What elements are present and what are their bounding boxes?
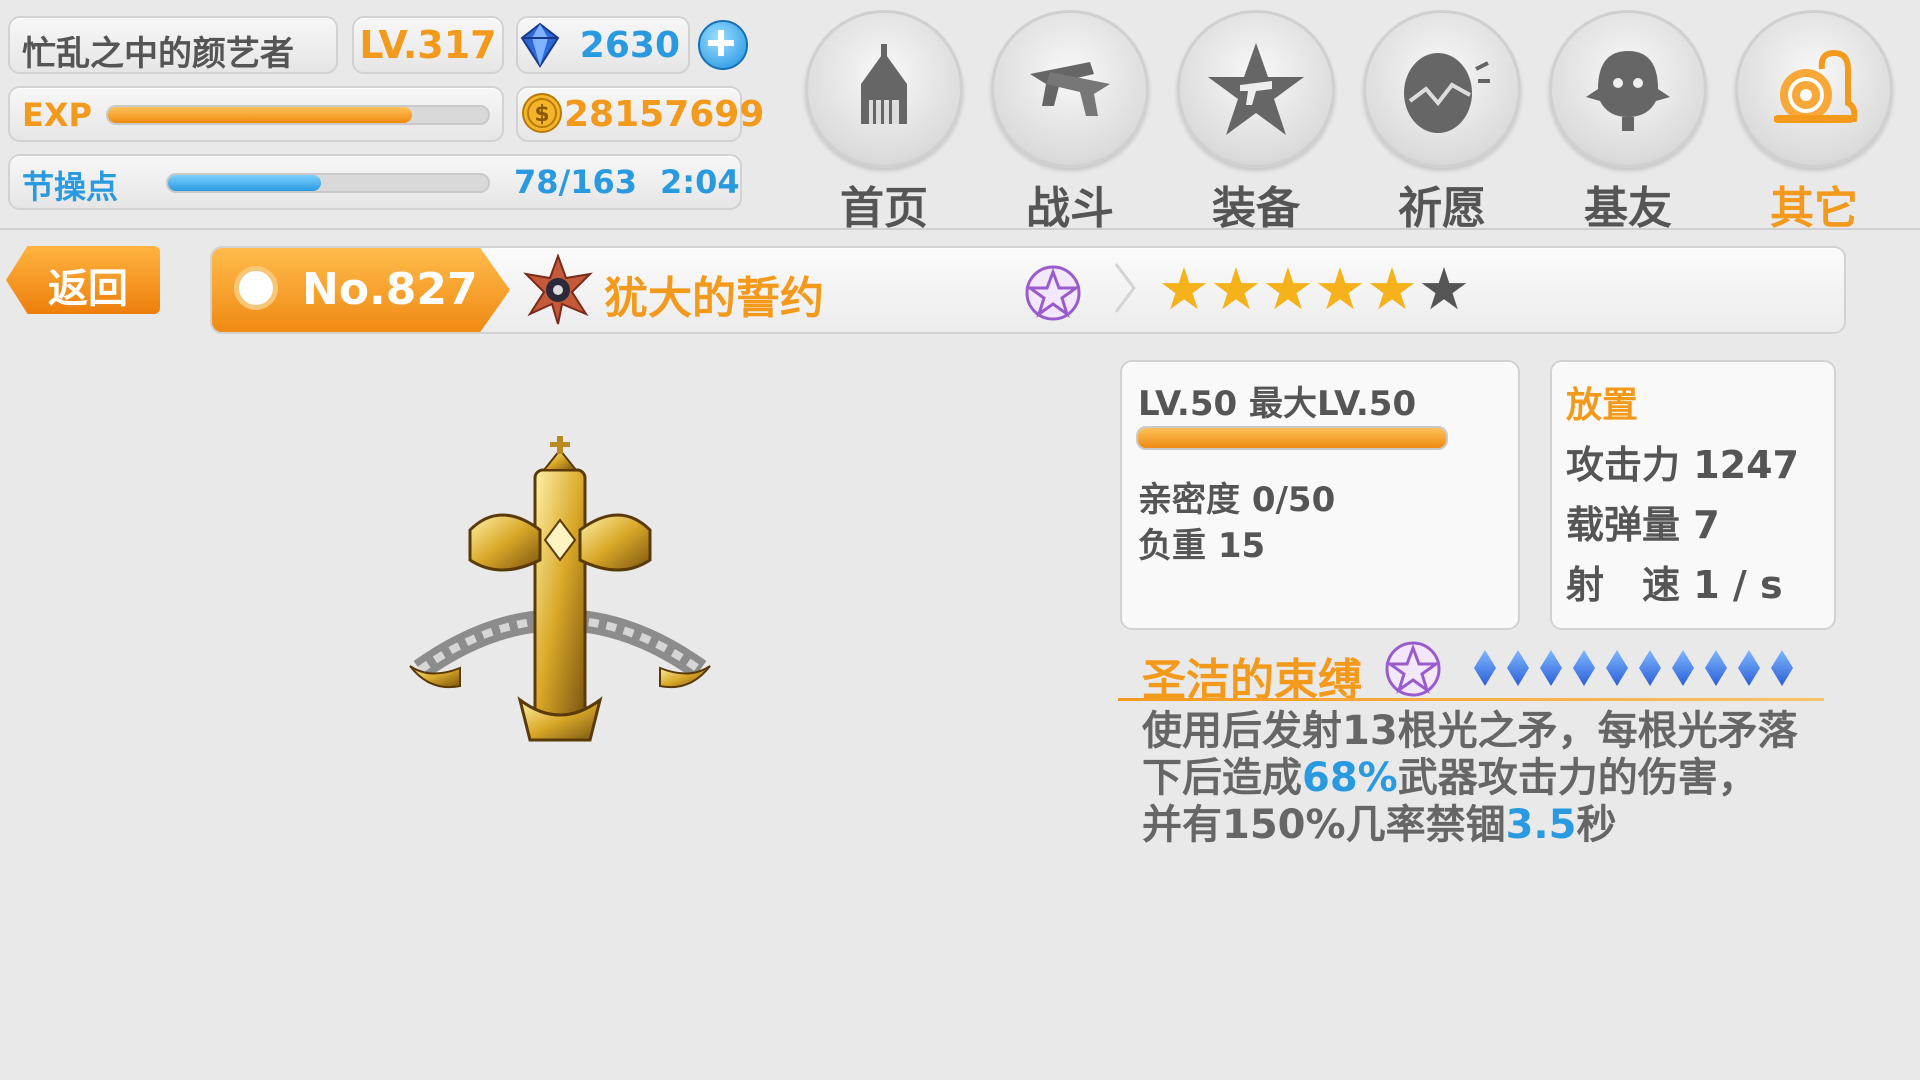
skill-level-gem-icon bbox=[1639, 650, 1661, 686]
coin-icon: $ bbox=[522, 93, 562, 133]
gems-value: 2630 bbox=[579, 25, 680, 66]
skill-desc-text: 武器攻击力的伤害， bbox=[1397, 755, 1758, 801]
affinity-text: 亲密度 0/50 bbox=[1138, 480, 1336, 520]
level-bar bbox=[1136, 426, 1448, 450]
exp-box: EXP bbox=[8, 86, 504, 142]
nav-friends[interactable]: 基友 bbox=[1548, 10, 1708, 234]
nav-home[interactable]: 首页 bbox=[804, 10, 964, 234]
weapon-cross-image bbox=[409, 436, 711, 742]
ammo-stat: 载弹量 7 bbox=[1566, 503, 1720, 547]
skill-desc-line1: 使用后发射13根光之矛，每根光矛落 bbox=[1142, 708, 1842, 755]
stamina-value: 78/163 bbox=[514, 163, 638, 201]
weight-text: 负重 15 bbox=[1138, 526, 1266, 566]
nav-equipment[interactable]: 装备 bbox=[1176, 10, 1336, 234]
chevron-right-icon bbox=[1112, 262, 1138, 314]
coins-value: 28157699 bbox=[564, 94, 765, 135]
star-filled-icon: ★ bbox=[1158, 255, 1210, 323]
star-filled-icon: ★ bbox=[1314, 255, 1366, 323]
skill-desc-line3: 并有150%几率禁锢3.5秒 bbox=[1142, 802, 1842, 849]
snail-icon bbox=[1735, 10, 1893, 168]
radio-circle-icon bbox=[234, 266, 278, 310]
attack-stat: 攻击力 1247 bbox=[1566, 443, 1799, 487]
skill-desc-text: 秒 bbox=[1576, 802, 1617, 848]
stats-panel: 放置 攻击力 1247 载弹量 7 射 速 1 / s bbox=[1550, 360, 1836, 630]
skill-divider bbox=[1118, 698, 1824, 701]
plus-icon bbox=[708, 30, 734, 56]
nav-battle-label: 战斗 bbox=[1026, 183, 1114, 234]
friend-icon bbox=[1549, 10, 1707, 168]
header-divider bbox=[0, 228, 1920, 230]
skill-level-gem-icon bbox=[1705, 650, 1727, 686]
skill-level-gem-icon bbox=[1573, 650, 1595, 686]
coins-box: $ 28157699 bbox=[516, 86, 764, 142]
player-name-box: 忙乱之中的颜艺者 bbox=[8, 16, 338, 74]
nav-wish[interactable]: 祈愿 bbox=[1362, 10, 1522, 234]
skill-level-gem-icon bbox=[1474, 650, 1496, 686]
stamina-bar bbox=[166, 173, 490, 193]
guns-icon bbox=[991, 10, 1149, 168]
nav-wish-label: 祈愿 bbox=[1398, 183, 1486, 234]
skill-desc-line2: 下后造成68%武器攻击力的伤害， bbox=[1142, 755, 1842, 802]
diamond-icon bbox=[520, 22, 560, 68]
gems-box: 2630 bbox=[516, 16, 690, 74]
skill-level-gem-icon bbox=[1672, 650, 1694, 686]
skill-desc-text: 并有150%几率禁锢 bbox=[1142, 802, 1506, 848]
back-button-label: 返回 bbox=[48, 266, 128, 312]
weapon-emblem-icon bbox=[523, 254, 593, 325]
nav-home-label: 首页 bbox=[840, 183, 928, 234]
nav-equipment-label: 装备 bbox=[1212, 183, 1300, 234]
skill-level-gem-icon bbox=[1738, 650, 1760, 686]
nav-other-label: 其它 bbox=[1770, 183, 1858, 234]
star-filled-icon: ★ bbox=[1210, 255, 1262, 323]
exp-bar-fill bbox=[108, 107, 412, 123]
rarity-stars: ★★★★★★ bbox=[1158, 260, 1470, 320]
nav-battle[interactable]: 战斗 bbox=[990, 10, 1150, 234]
weapon-number: No.827 bbox=[302, 264, 478, 315]
church-icon bbox=[805, 10, 963, 168]
stamina-bar-fill bbox=[168, 175, 322, 191]
speed-stat: 射 速 1 / s bbox=[1566, 563, 1783, 607]
nav-friends-label: 基友 bbox=[1584, 183, 1672, 234]
svg-text:$: $ bbox=[534, 102, 549, 127]
level-text: LV.50 最大LV.50 bbox=[1138, 384, 1417, 424]
add-gems-button[interactable] bbox=[698, 20, 748, 70]
star-gun-icon bbox=[1177, 10, 1335, 168]
skill-level-gem-icon bbox=[1771, 650, 1793, 686]
skill-description: 使用后发射13根光之矛，每根光矛落 下后造成68%武器攻击力的伤害， 并有150… bbox=[1142, 708, 1842, 849]
star-filled-icon: ★ bbox=[1366, 255, 1418, 323]
level-panel: LV.50 最大LV.50 亲密度 0/50 负重 15 bbox=[1120, 360, 1520, 630]
skill-duration-highlight: 3.5 bbox=[1505, 802, 1577, 848]
level-bar-fill bbox=[1138, 428, 1446, 448]
nav-other[interactable]: 其它 bbox=[1734, 10, 1894, 234]
stamina-timer: 2:04 bbox=[660, 163, 740, 201]
weapon-number-tab: No.827 bbox=[212, 248, 510, 332]
skill-level-gem-icon bbox=[1606, 650, 1628, 686]
weapon-type: 放置 bbox=[1566, 385, 1639, 426]
exp-bar bbox=[106, 105, 490, 125]
pentagram-badge-icon bbox=[1025, 265, 1081, 321]
skill-pentagram-icon bbox=[1385, 641, 1441, 697]
star-filled-icon: ★ bbox=[1262, 255, 1314, 323]
skill-level-gems bbox=[1474, 650, 1804, 690]
weapon-name: 犹大的誓约 bbox=[604, 273, 824, 324]
stamina-box: 节操点 78/163 2:04 bbox=[8, 154, 742, 210]
skill-damage-highlight: 68% bbox=[1302, 755, 1398, 801]
stamina-label: 节操点 bbox=[22, 168, 119, 206]
skill-desc-text: 使用后发射13根光之矛，每根光矛落 bbox=[1142, 708, 1798, 754]
star-empty-icon: ★ bbox=[1418, 255, 1470, 323]
skill-desc-text: 下后造成 bbox=[1142, 755, 1302, 801]
skill-level-gem-icon bbox=[1540, 650, 1562, 686]
back-button[interactable]: 返回 bbox=[6, 246, 160, 314]
egg-icon bbox=[1363, 10, 1521, 168]
player-level: LV.317 bbox=[359, 23, 497, 67]
player-level-box: LV.317 bbox=[352, 16, 504, 74]
skill-level-gem-icon bbox=[1507, 650, 1529, 686]
exp-label: EXP bbox=[22, 96, 92, 134]
player-name: 忙乱之中的颜艺者 bbox=[22, 34, 294, 74]
